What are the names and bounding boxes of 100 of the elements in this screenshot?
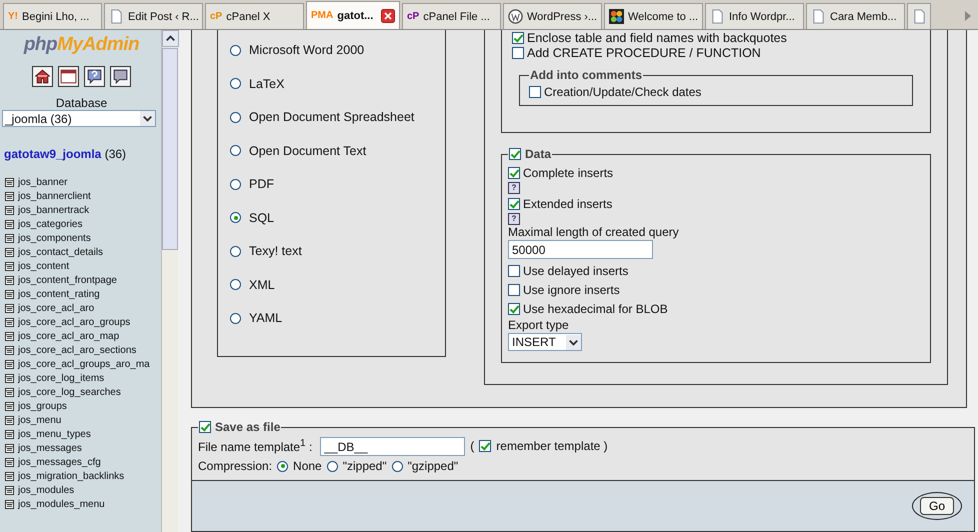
table-link[interactable]: jos_menu_types <box>18 428 91 440</box>
browser-tab[interactable]: Info Wordpr... <box>705 3 804 29</box>
table-icon[interactable] <box>5 346 14 354</box>
checkbox[interactable] <box>508 264 520 276</box>
table-icon[interactable] <box>5 430 14 438</box>
checkbox[interactable] <box>508 198 520 210</box>
browser-tab[interactable]: PMA gatot... <box>306 1 400 29</box>
table-link[interactable]: jos_messages <box>18 442 82 454</box>
radio-button[interactable] <box>230 212 241 223</box>
browser-tab[interactable]: Edit Post ‹ R... <box>104 3 203 29</box>
checkbox[interactable] <box>479 440 492 452</box>
radio-button[interactable] <box>230 78 241 89</box>
table-icon[interactable] <box>5 472 14 480</box>
table-link[interactable]: jos_components <box>18 232 91 244</box>
browser-tab[interactable]: Cara Memb... <box>806 3 905 29</box>
radio-button[interactable] <box>230 145 241 156</box>
checkbox[interactable] <box>508 166 520 178</box>
table-icon[interactable] <box>5 318 14 326</box>
table-icon[interactable] <box>5 486 14 494</box>
radio-button[interactable] <box>277 460 288 472</box>
radio-button[interactable] <box>230 44 241 56</box>
close-icon[interactable] <box>381 8 395 22</box>
checkbox[interactable] <box>509 148 521 160</box>
table-link[interactable]: jos_core_acl_aro_sections <box>18 344 136 356</box>
checkbox[interactable] <box>508 284 520 296</box>
table-link[interactable]: jos_banner <box>18 176 68 188</box>
radio-button[interactable] <box>230 178 241 190</box>
browser-tab[interactable]: Welcome to ... <box>604 3 703 29</box>
table-icon[interactable] <box>5 388 14 396</box>
browser-tab[interactable]: Y! Begini Lho, ... <box>3 3 102 29</box>
table-icon[interactable] <box>5 402 14 410</box>
home-icon[interactable] <box>32 66 53 87</box>
table-link[interactable]: jos_bannerclient <box>18 190 91 202</box>
checkbox[interactable] <box>512 46 524 58</box>
browser-tab[interactable]: cP cPanel X <box>205 3 304 29</box>
table-icon[interactable] <box>5 178 14 186</box>
format-label: SQL <box>249 210 274 224</box>
table-link[interactable]: jos_modules <box>18 484 74 496</box>
table-link[interactable]: jos_content_frontpage <box>18 274 117 286</box>
table-link[interactable]: jos_modules_menu <box>18 498 105 510</box>
table-icon[interactable] <box>5 234 14 242</box>
radio-button[interactable] <box>326 460 338 472</box>
radio-button[interactable] <box>230 279 241 290</box>
table-link[interactable]: jos_core_log_items <box>18 372 104 384</box>
radio-button[interactable] <box>230 112 241 122</box>
scroll-up-icon[interactable] <box>162 30 178 47</box>
radio-button[interactable] <box>230 312 241 324</box>
scrollbar[interactable] <box>161 30 178 532</box>
radio-button[interactable] <box>230 246 241 256</box>
table-link[interactable]: jos_messages_cfg <box>18 456 101 468</box>
table-icon[interactable] <box>5 444 14 452</box>
table-link[interactable]: jos_groups <box>18 400 67 412</box>
option-label: Add CREATE PROCEDURE / FUNCTION <box>527 46 761 60</box>
table-link[interactable]: jos_core_acl_groups_aro_ma <box>18 358 150 370</box>
table-link[interactable]: jos_categories <box>18 218 82 230</box>
table-icon[interactable] <box>5 374 14 382</box>
table-icon[interactable] <box>5 276 14 284</box>
checkbox[interactable] <box>199 421 211 433</box>
table-icon[interactable] <box>5 206 14 214</box>
table-icon[interactable] <box>5 500 14 508</box>
table-link[interactable]: jos_menu <box>18 414 62 426</box>
table-icon[interactable] <box>5 360 14 368</box>
speech-bubble-icon[interactable] <box>110 66 131 87</box>
browser-tab[interactable]: cP cPanel File ... <box>402 3 501 29</box>
table-link[interactable]: jos_content_rating <box>18 288 100 300</box>
radio-button[interactable] <box>392 460 403 472</box>
query-window-icon[interactable] <box>58 66 79 87</box>
table-icon[interactable] <box>5 416 14 424</box>
database-select[interactable]: _joomla (36) <box>2 110 156 127</box>
table-link[interactable]: jos_core_acl_aro_groups <box>18 316 130 328</box>
go-button[interactable]: Go <box>920 497 954 515</box>
checkbox[interactable] <box>529 86 541 98</box>
table-link[interactable]: jos_migration_backlinks <box>18 470 124 482</box>
table-icon[interactable] <box>5 458 14 466</box>
input-field[interactable]: 50000 <box>508 240 653 259</box>
export-type-select[interactable]: INSERT <box>508 333 582 351</box>
help-link[interactable]: ? <box>508 213 520 225</box>
table-icon[interactable] <box>5 220 14 228</box>
table-link[interactable]: jos_core_acl_aro <box>18 302 94 314</box>
table-icon[interactable] <box>5 332 14 340</box>
help-icon[interactable] <box>84 66 105 87</box>
table-link[interactable]: jos_bannertrack <box>18 204 90 216</box>
table-icon[interactable] <box>5 290 14 298</box>
input-field[interactable]: __DB__ <box>320 436 466 456</box>
checkbox[interactable] <box>508 302 520 314</box>
table-icon[interactable] <box>5 262 14 270</box>
table-icon[interactable] <box>5 304 14 312</box>
help-link[interactable]: ? <box>508 182 520 194</box>
table-link[interactable]: jos_contact_details <box>18 246 104 258</box>
database-link[interactable]: gatotaw9_joomla <box>4 147 102 161</box>
table-link[interactable]: jos_core_acl_aro_map <box>18 330 120 342</box>
browser-tab[interactable] <box>907 3 931 29</box>
browser-tab[interactable]: WordPress ›... <box>503 3 602 29</box>
table-icon[interactable] <box>5 192 14 200</box>
logo[interactable]: phpMyAdmin <box>2 34 161 56</box>
scrollbar-thumb[interactable] <box>162 48 178 250</box>
table-link[interactable]: jos_core_log_searches <box>18 386 121 398</box>
table-link[interactable]: jos_content <box>18 260 70 272</box>
table-icon[interactable] <box>5 248 14 256</box>
checkbox[interactable] <box>512 32 524 44</box>
